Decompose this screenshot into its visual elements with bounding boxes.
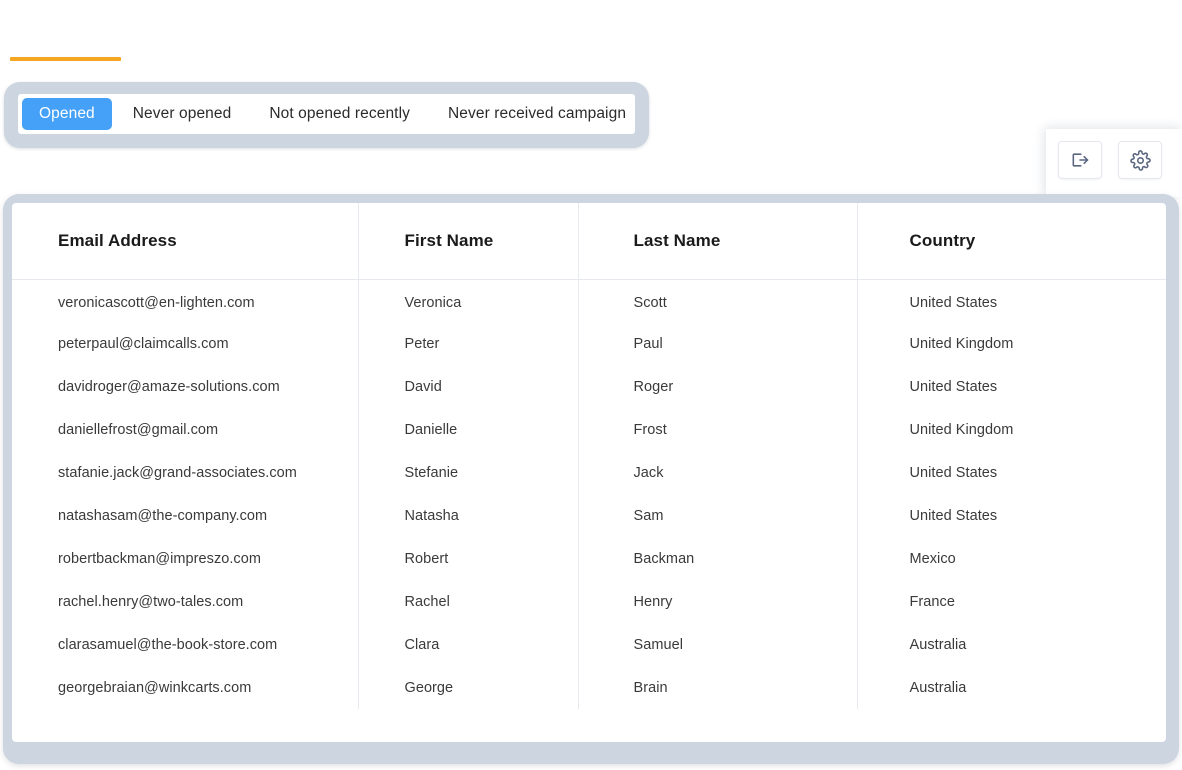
table-row[interactable]: georgebraian@winkcarts.com George Brain Aus…	[12, 666, 1166, 709]
filter-tab-not-opened-recently[interactable]: Not opened recently	[252, 98, 427, 130]
cell-email: veronicascott@en-lighten.com	[12, 279, 359, 322]
cell-last-name: Backman	[578, 537, 858, 580]
table-row[interactable]: veronicascott@en-lighten.com Veronica Scot…	[12, 279, 1166, 322]
cell-email: robertbackman@impreszo.com	[12, 537, 359, 580]
export-button[interactable]	[1058, 141, 1102, 179]
subscribers-table: Email Address First Name Last Name Count…	[12, 203, 1166, 709]
column-header-email[interactable]: Email Address	[12, 203, 359, 280]
page-root: Opened Never opened Not opened recently Nev…	[0, 0, 1182, 770]
cell-email: daniellefrost@gmail.com	[12, 408, 359, 451]
filter-tab-never-received-campaign[interactable]: Never received campaign	[431, 98, 643, 130]
table-header: Email Address First Name Last Name Count…	[12, 203, 1166, 280]
cell-last-name: Paul	[578, 322, 858, 365]
table-body: veronicascott@en-lighten.com Veronica Scot…	[12, 279, 1166, 709]
cell-last-name: Henry	[578, 580, 858, 623]
cell-last-name: Roger	[578, 365, 858, 408]
cell-first-name: Stefanie	[358, 451, 579, 494]
subscribers-table-surface: Email Address First Name Last Name Count…	[12, 203, 1166, 742]
cell-country: Mexico	[909, 550, 956, 567]
table-header-row: Email Address First Name Last Name Count…	[12, 203, 1166, 280]
cell-first-name: David	[358, 365, 579, 408]
cell-first-name: Peter	[358, 322, 579, 365]
cell-email: natashasam@the-company.com	[12, 494, 359, 537]
table-row[interactable]: daniellefrost@gmail.com Danielle Frost Unit…	[12, 408, 1166, 451]
cell-email: clarasamuel@the-book-store.com	[12, 623, 359, 666]
cell-first-name: Rachel	[358, 580, 579, 623]
cell-country: United Kingdom	[909, 335, 1014, 352]
cell-last-name: Brain	[578, 666, 858, 709]
filter-tab-never-opened[interactable]: Never opened	[116, 98, 249, 130]
table-row[interactable]: clarasamuel@the-book-store.com Clara Samue…	[12, 623, 1166, 666]
cell-email: georgebraian@winkcarts.com	[12, 666, 359, 709]
filter-tabs-frame: Opened Never opened Not opened recently Nev…	[4, 82, 649, 148]
settings-button[interactable]	[1118, 141, 1162, 179]
cell-first-name: Veronica	[358, 279, 579, 322]
cell-email: stafanie.jack@grand-associates.com	[12, 451, 359, 494]
subscribers-table-frame: Email Address First Name Last Name Count…	[3, 194, 1179, 764]
cell-country: France	[909, 593, 955, 610]
cell-last-name: Samuel	[578, 623, 858, 666]
table-row[interactable]: natashasam@the-company.com Natasha Sam Unit…	[12, 494, 1166, 537]
table-row[interactable]: rachel.henry@two-tales.com Rachel Henry Fra…	[12, 580, 1166, 623]
filter-tab-opened[interactable]: Opened	[22, 98, 112, 130]
table-row[interactable]: stafanie.jack@grand-associates.com Stefan…	[12, 451, 1166, 494]
cell-country: Australia	[909, 679, 967, 696]
cell-email: rachel.henry@two-tales.com	[12, 580, 359, 623]
column-header-last-name[interactable]: Last Name	[578, 203, 858, 280]
cell-email: davidroger@amaze-solutions.com	[12, 365, 359, 408]
cell-first-name: Clara	[358, 623, 579, 666]
cell-first-name: George	[358, 666, 579, 709]
cell-country: United States	[909, 464, 998, 481]
cell-last-name: Sam	[578, 494, 858, 537]
gear-icon	[1129, 149, 1151, 171]
cell-email: peterpaul@claimcalls.com	[12, 322, 359, 365]
cell-country: United States	[909, 507, 998, 524]
cell-country: United States	[909, 378, 998, 395]
cell-last-name: Frost	[578, 408, 858, 451]
cell-last-name: Jack	[578, 451, 858, 494]
filter-tabs: Opened Never opened Not opened recently Nev…	[18, 94, 635, 134]
export-icon	[1070, 150, 1090, 170]
cell-country: United States	[909, 294, 998, 311]
table-row[interactable]: davidroger@amaze-solutions.com David Roger…	[12, 365, 1166, 408]
cell-country: United Kingdom	[909, 421, 1014, 438]
cell-country: Australia	[909, 636, 967, 653]
table-row[interactable]: robertbackman@impreszo.com Robert Backman M…	[12, 537, 1166, 580]
cell-first-name: Robert	[358, 537, 579, 580]
actions-panel	[1046, 129, 1182, 197]
cell-first-name: Natasha	[358, 494, 579, 537]
column-header-first-name[interactable]: First Name	[358, 203, 579, 280]
column-header-country[interactable]: Country	[857, 203, 1166, 280]
cell-last-name: Scott	[578, 279, 858, 322]
cell-first-name: Danielle	[358, 408, 579, 451]
accent-bar	[10, 57, 121, 61]
table-row[interactable]: peterpaul@claimcalls.com Peter Paul United …	[12, 322, 1166, 365]
